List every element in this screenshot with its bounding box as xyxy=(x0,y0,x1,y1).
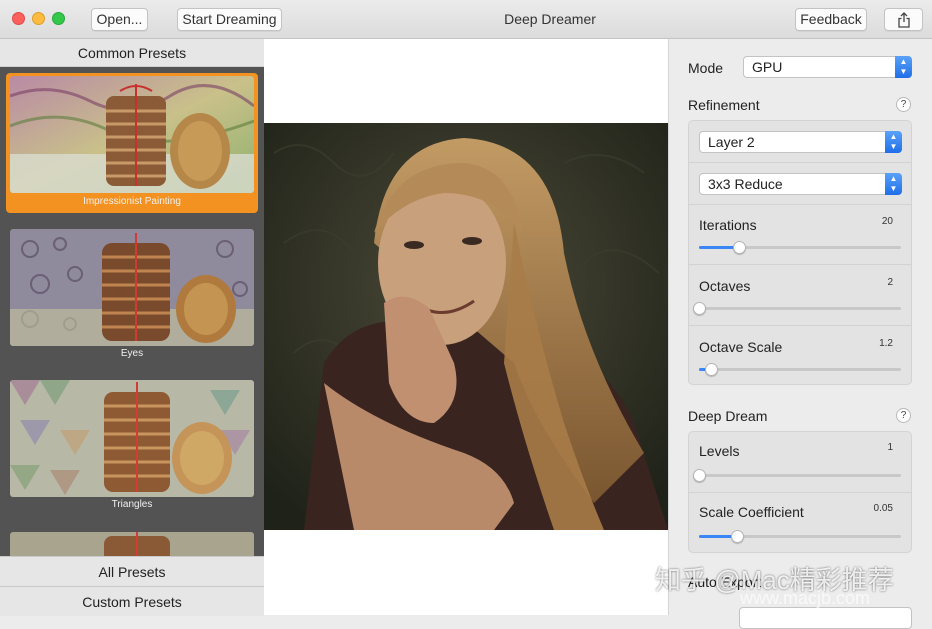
iterations-slider[interactable] xyxy=(699,241,901,254)
divider xyxy=(689,492,911,493)
slider-knob[interactable] xyxy=(693,469,706,482)
preset-eyes[interactable]: Eyes xyxy=(6,226,258,366)
preset-partial[interactable] xyxy=(6,529,258,559)
reduce-select[interactable]: 3x3 Reduce ▲ ▼ xyxy=(699,173,902,195)
preset-impressionist-painting[interactable]: Impressionist Painting xyxy=(6,73,258,213)
custom-presets-button[interactable]: Custom Presets xyxy=(0,586,264,616)
slider-knob[interactable] xyxy=(731,530,745,543)
start-dreaming-button[interactable]: Start Dreaming xyxy=(177,8,282,31)
divider xyxy=(689,325,911,326)
select-arrows-icon: ▲ ▼ xyxy=(895,56,912,78)
slider-knob[interactable] xyxy=(693,302,706,315)
divider xyxy=(689,204,911,205)
layer-select-value: Layer 2 xyxy=(708,134,755,150)
close-window-button[interactable] xyxy=(12,12,25,25)
octaves-label: Octaves xyxy=(699,278,751,294)
iterations-label: Iterations xyxy=(699,217,757,233)
refinement-heading: Refinement xyxy=(688,97,760,113)
layer-select[interactable]: Layer 2 ▲ ▼ xyxy=(699,131,902,153)
share-button[interactable] xyxy=(884,8,923,31)
scale-coefficient-value: 0.05 xyxy=(873,503,893,514)
octave-scale-label: Octave Scale xyxy=(699,339,783,355)
mode-select[interactable]: GPU ▲ ▼ xyxy=(743,56,912,78)
levels-slider[interactable] xyxy=(693,469,901,482)
preset-thumbnail xyxy=(10,380,254,497)
slider-knob[interactable] xyxy=(733,241,747,254)
preset-thumbnail xyxy=(10,76,254,193)
reduce-select-value: 3x3 Reduce xyxy=(708,176,783,192)
presets-header: Common Presets xyxy=(0,39,264,67)
scale-coefficient-slider[interactable] xyxy=(699,530,901,543)
title-bar: Open... Start Dreaming Deep Dreamer Feed… xyxy=(0,0,932,39)
octave-scale-slider[interactable] xyxy=(699,363,901,376)
window-title: Deep Dreamer xyxy=(504,11,596,27)
slider-knob[interactable] xyxy=(705,363,719,376)
open-button[interactable]: Open... xyxy=(91,8,148,31)
divider xyxy=(689,264,911,265)
dream-image xyxy=(264,123,668,530)
all-presets-button[interactable]: All Presets xyxy=(0,556,264,586)
share-icon xyxy=(897,12,910,28)
presets-panel: Common Presets Impressionist Painting Ey… xyxy=(0,39,264,616)
refinement-help-button[interactable]: ? xyxy=(896,97,911,112)
refinement-group: Layer 2 ▲ ▼ 3x3 Reduce ▲ ▼ Iterations 20 O… xyxy=(688,120,912,385)
mode-select-value: GPU xyxy=(752,59,783,75)
select-arrows-icon: ▲ ▼ xyxy=(885,131,902,153)
preset-triangles[interactable]: Triangles xyxy=(6,377,258,517)
scale-coefficient-label: Scale Coefficient xyxy=(699,504,804,520)
levels-label: Levels xyxy=(699,443,740,459)
octaves-value: 2 xyxy=(887,277,893,288)
watermark-url: www.macjb.com xyxy=(740,588,871,608)
deep-dream-heading: Deep Dream xyxy=(688,408,768,424)
octave-scale-value: 1.2 xyxy=(879,338,893,349)
feedback-button[interactable]: Feedback xyxy=(795,8,867,31)
settings-panel: Mode GPU ▲ ▼ Refinement ? Layer 2 ▲ ▼ 3x3 … xyxy=(668,39,932,629)
preset-thumbnail xyxy=(10,229,254,346)
export-select[interactable] xyxy=(739,607,912,629)
mode-label: Mode xyxy=(688,60,724,76)
levels-value: 1 xyxy=(887,442,893,453)
deep-dream-group: Levels 1 Scale Coefficient 0.05 xyxy=(688,431,912,553)
preset-label: Triangles xyxy=(111,499,153,510)
deep-dream-help-button[interactable]: ? xyxy=(896,408,911,423)
image-canvas xyxy=(264,39,668,615)
select-arrows-icon: ▲ ▼ xyxy=(885,173,902,195)
octaves-slider[interactable] xyxy=(693,302,901,315)
minimize-window-button[interactable] xyxy=(32,12,45,25)
iterations-value: 20 xyxy=(881,216,893,227)
preset-label: Impressionist Painting xyxy=(83,196,181,207)
divider xyxy=(689,162,911,163)
preset-thumbnail xyxy=(10,532,254,559)
zoom-window-button[interactable] xyxy=(52,12,65,25)
preset-label: Eyes xyxy=(120,348,144,359)
